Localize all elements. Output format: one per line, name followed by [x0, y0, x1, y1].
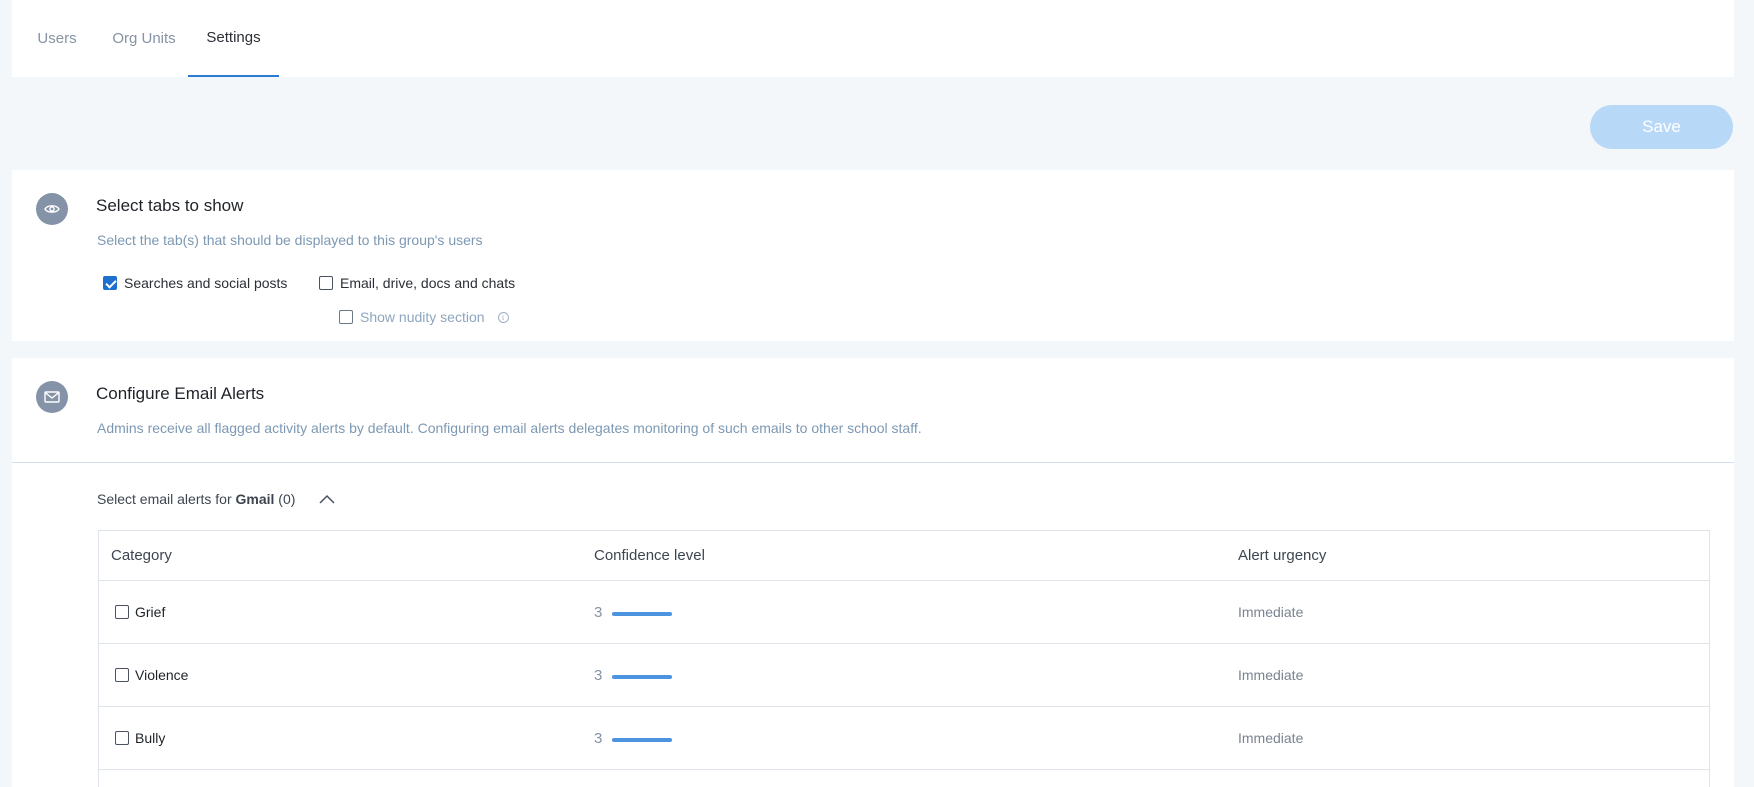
nudity-section-label: Show nudity section [360, 309, 485, 325]
row-checkbox[interactable] [115, 605, 129, 619]
table-row: Grief 3 Immediate [99, 581, 1709, 644]
row-checkbox[interactable] [115, 668, 129, 682]
confidence-cell: 3 [594, 707, 673, 769]
col-confidence: Confidence level [594, 547, 705, 564]
mail-icon [36, 381, 68, 413]
category-cell[interactable]: Bully [115, 707, 165, 769]
urgency-value: Immediate [1238, 667, 1304, 683]
tab-settings[interactable]: Settings [188, 0, 279, 77]
col-category: Category [111, 547, 172, 564]
table-row: Violence 3 Immediate [99, 644, 1709, 707]
email-drive-checkbox[interactable] [319, 276, 333, 290]
confidence-bar [612, 738, 673, 742]
email-alerts-card: Configure Email Alerts Admins receive al… [12, 358, 1734, 787]
category-cell[interactable]: Grief [115, 581, 165, 643]
category-label: Violence [135, 667, 189, 683]
email-drive-option[interactable]: Email, drive, docs and chats [319, 275, 515, 291]
toggle-count: (0) [274, 491, 296, 507]
searches-social-checkbox[interactable] [103, 276, 117, 290]
info-icon[interactable]: i [497, 311, 509, 323]
nudity-section-option[interactable]: Show nudity section i [339, 309, 509, 325]
searches-social-label: Searches and social posts [124, 275, 288, 291]
table-header: Category Confidence level Alert urgency [99, 531, 1709, 581]
urgency-value: Immediate [1238, 730, 1304, 746]
save-button[interactable]: Save [1590, 105, 1733, 149]
category-cell[interactable]: Violence [115, 644, 188, 706]
email-alerts-description: Admins receive all flagged activity aler… [97, 420, 922, 436]
chevron-up-icon[interactable] [319, 494, 335, 504]
tabs-section-title: Select tabs to show [96, 196, 244, 215]
confidence-bar [612, 675, 673, 679]
nudity-section-checkbox[interactable] [339, 310, 353, 324]
tab-users[interactable]: Users [30, 0, 84, 77]
tabs-section-description: Select the tab(s) that should be display… [97, 232, 483, 248]
confidence-bar [612, 612, 673, 616]
gmail-alerts-toggle[interactable]: Select email alerts for Gmail (0) [97, 491, 335, 507]
searches-social-option[interactable]: Searches and social posts [103, 275, 287, 291]
alerts-table: Category Confidence level Alert urgency … [98, 530, 1710, 787]
confidence-value: 3 [594, 666, 603, 684]
col-urgency: Alert urgency [1238, 547, 1327, 564]
category-label: Grief [135, 604, 166, 620]
toggle-prefix: Select email alerts for [97, 491, 236, 507]
tabs-visibility-card: Select tabs to show Select the tab(s) th… [12, 170, 1734, 341]
confidence-value: 3 [594, 729, 603, 747]
table-row: Bully 3 Immediate [99, 707, 1709, 770]
email-alerts-title: Configure Email Alerts [96, 384, 265, 403]
confidence-cell: 3 [594, 644, 673, 706]
confidence-cell: 3 [594, 581, 673, 643]
category-label: Bully [135, 730, 166, 746]
tab-bar: Users Org Units Settings [12, 0, 1734, 77]
divider [12, 462, 1734, 463]
confidence-value: 3 [594, 603, 603, 621]
eye-icon [36, 193, 68, 225]
row-checkbox[interactable] [115, 731, 129, 745]
tab-org-units[interactable]: Org Units [104, 0, 184, 77]
urgency-value: Immediate [1238, 604, 1304, 620]
email-drive-label: Email, drive, docs and chats [340, 275, 516, 291]
toggle-service: Gmail [235, 491, 275, 507]
